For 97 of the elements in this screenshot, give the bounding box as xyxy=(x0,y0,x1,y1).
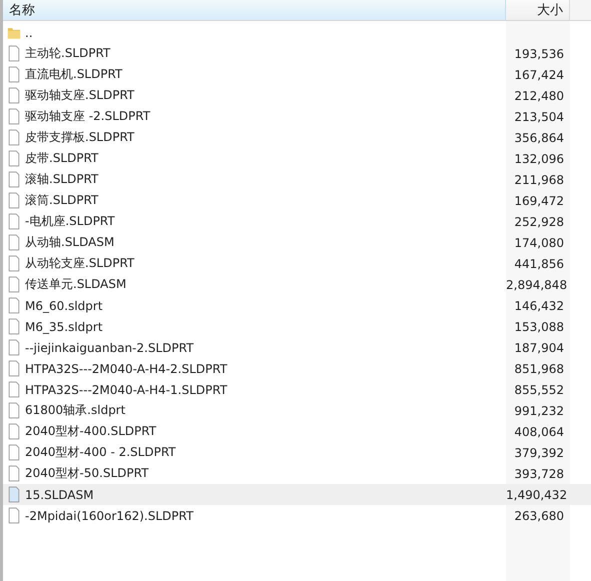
file-size: 1,490,432 xyxy=(506,488,568,502)
file-name: HTPA32S---2M040-A-H4-1.SLDPRT xyxy=(25,382,228,396)
file-size: 441,856 xyxy=(514,256,564,270)
file-row[interactable]: -2Mpidai(160or162).SLDPRT 263,680 xyxy=(3,505,591,526)
file-size: 851,968 xyxy=(514,362,564,376)
file-size: 146,432 xyxy=(514,298,564,312)
file-name: 皮带.SLDPRT xyxy=(25,150,98,167)
file-row[interactable]: 滚轴.SLDPRT 211,968 xyxy=(3,169,591,190)
column-header[interactable]: 大小 xyxy=(506,0,570,21)
file-row[interactable]: 从动轮支座.SLDPRT 441,856 xyxy=(3,253,591,274)
file-size: 187,904 xyxy=(514,340,564,354)
file-row[interactable]: 2040型材-400 - 2.SLDPRT 379,392 xyxy=(3,442,591,463)
file-row[interactable]: 从动轴.SLDASM 174,080 xyxy=(3,232,591,253)
file-name: 61800轴承.sldprt xyxy=(25,402,126,419)
file-size: 212,480 xyxy=(514,88,564,102)
file-row[interactable]: 15.SLDASM 1,490,432 xyxy=(3,484,591,505)
file-icon xyxy=(7,213,21,230)
file-size: 169,472 xyxy=(514,194,564,208)
file-row[interactable]: 主动轮.SLDPRT 193,536 xyxy=(3,43,591,64)
file-name: 皮带支撑板.SLDPRT xyxy=(25,129,134,146)
file-name: 滚筒.SLDPRT xyxy=(25,192,98,209)
file-row[interactable]: M6_35.sldprt 153,088 xyxy=(3,316,591,337)
file-icon xyxy=(7,339,21,356)
file-size: 174,080 xyxy=(514,236,564,250)
file-name: 驱动轴支座.SLDPRT xyxy=(25,87,134,104)
file-row[interactable]: 传送单元.SLDASM 2,894,848 xyxy=(3,274,591,295)
file-name: 15.SLDASM xyxy=(25,488,94,502)
file-row[interactable]: 2040型材-400.SLDPRT 408,064 xyxy=(3,421,591,442)
file-icon xyxy=(7,297,21,314)
file-size: 991,232 xyxy=(514,404,564,418)
file-icon xyxy=(7,171,21,188)
file-icon xyxy=(7,276,21,293)
file-size: 855,552 xyxy=(514,382,564,396)
file-size: 393,728 xyxy=(514,466,564,480)
file-size: 408,064 xyxy=(514,424,564,438)
file-name: 传送单元.SLDASM xyxy=(25,276,126,293)
file-row[interactable]: --jiejinkaiguanban-2.SLDPRT 187,904 xyxy=(3,337,591,358)
file-size: 356,864 xyxy=(514,130,564,144)
file-icon xyxy=(7,381,21,398)
file-name: --jiejinkaiguanban-2.SLDPRT xyxy=(25,340,194,354)
file-size: 379,392 xyxy=(514,446,564,460)
file-icon xyxy=(7,150,21,167)
file-size: 252,928 xyxy=(514,214,564,228)
file-icon xyxy=(7,45,21,62)
file-name: M6_35.sldprt xyxy=(25,320,103,334)
file-row[interactable]: -电机座.SLDPRT 252,928 xyxy=(3,211,591,232)
file-name: 2040型材-400 - 2.SLDPRT xyxy=(25,444,176,461)
file-name: 主动轮.SLDPRT xyxy=(25,45,110,62)
header-filler xyxy=(570,0,591,21)
file-icon xyxy=(7,66,21,83)
file-row[interactable]: HTPA32S---2M040-A-H4-1.SLDPRT 855,552 xyxy=(3,379,591,400)
file-row[interactable]: 皮带.SLDPRT 132,096 xyxy=(3,148,591,169)
file-icon xyxy=(7,234,21,251)
file-size: 2,894,848 xyxy=(506,278,568,292)
file-size: 213,504 xyxy=(514,110,564,124)
file-row[interactable]: 驱动轴支座 -2.SLDPRT 213,504 xyxy=(3,106,591,127)
file-icon xyxy=(7,486,21,503)
file-icon xyxy=(7,423,21,440)
file-icon xyxy=(7,444,21,461)
file-size: 167,424 xyxy=(514,68,564,82)
file-row[interactable]: 驱动轴支座.SLDPRT 212,480 xyxy=(3,85,591,106)
column-header[interactable]: 名称 xyxy=(3,0,506,21)
file-icon xyxy=(7,255,21,272)
file-row[interactable]: HTPA32S---2M040-A-H4-2.SLDPRT 851,968 xyxy=(3,358,591,379)
file-size: 153,088 xyxy=(514,320,564,334)
file-size: 211,968 xyxy=(514,172,564,186)
file-name: 直流电机.SLDPRT xyxy=(25,66,122,83)
file-name: 2040型材-400.SLDPRT xyxy=(25,423,156,440)
file-size: 193,536 xyxy=(514,46,564,60)
file-name: 2040型材-50.SLDPRT xyxy=(25,465,149,482)
file-icon xyxy=(7,108,21,125)
file-name: -电机座.SLDPRT xyxy=(25,213,115,230)
file-row[interactable]: 直流电机.SLDPRT 167,424 xyxy=(3,64,591,85)
file-icon xyxy=(7,318,21,335)
file-name: 驱动轴支座 -2.SLDPRT xyxy=(25,108,150,125)
file-name: M6_60.sldprt xyxy=(25,298,103,312)
file-icon xyxy=(7,360,21,377)
file-row[interactable]: 2040型材-50.SLDPRT 393,728 xyxy=(3,463,591,484)
file-name: 滚轴.SLDPRT xyxy=(25,171,98,188)
file-row[interactable]: 61800轴承.sldprt 991,232 xyxy=(3,400,591,421)
file-icon xyxy=(7,402,21,419)
file-size: 132,096 xyxy=(514,152,564,166)
file-icon xyxy=(7,129,21,146)
file-row[interactable]: 滚筒.SLDPRT 169,472 xyxy=(3,190,591,211)
file-name: 从动轴.SLDASM xyxy=(25,234,114,251)
file-icon xyxy=(7,87,21,104)
file-row[interactable]: .. xyxy=(3,22,591,43)
file-icon xyxy=(7,192,21,209)
file-name: 从动轮支座.SLDPRT xyxy=(25,255,134,272)
file-name: -2Mpidai(160or162).SLDPRT xyxy=(25,508,194,522)
file-icon xyxy=(7,465,21,482)
file-row[interactable]: M6_60.sldprt 146,432 xyxy=(3,295,591,316)
file-size: 263,680 xyxy=(514,508,564,522)
file-name: HTPA32S---2M040-A-H4-2.SLDPRT xyxy=(25,362,228,376)
file-icon xyxy=(7,507,21,524)
file-row[interactable]: 皮带支撑板.SLDPRT 356,864 xyxy=(3,127,591,148)
file-name: .. xyxy=(25,26,33,40)
